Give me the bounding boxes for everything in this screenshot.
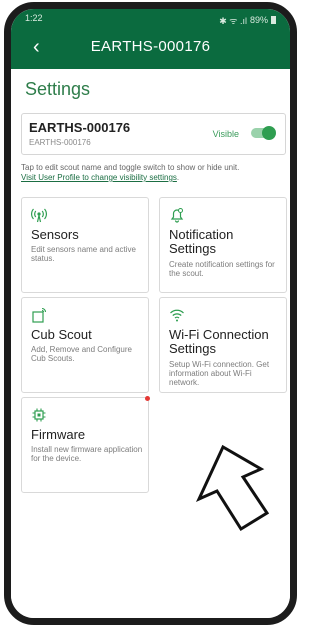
bell-icon xyxy=(170,208,184,223)
update-badge xyxy=(145,396,150,401)
unit-name[interactable]: EARTHS-000176 xyxy=(29,120,130,135)
title-bar: ‹ EARTHS-000176 xyxy=(11,35,290,61)
tile-title: Sensors xyxy=(31,227,79,242)
battery-percent: 89% xyxy=(249,15,268,25)
tile-description: Create notification settings for the sco… xyxy=(169,260,275,278)
firmware-tile[interactable]: Firmware Install new firmware applicatio… xyxy=(21,396,150,493)
tile-description: Setup Wi-Fi connection. Get information … xyxy=(169,360,270,387)
cub-scout-icon xyxy=(32,307,47,323)
unit-card[interactable]: EARTHS-000176 EARTHS-000176 Visible xyxy=(21,113,286,155)
settings-content: Settings EARTHS-000176 EARTHS-000176 Vis… xyxy=(11,69,290,618)
unit-subtitle: EARTHS-000176 xyxy=(29,138,91,147)
signal-icons: ✱ ᯤ .ıl xyxy=(219,15,247,26)
chip-icon xyxy=(32,408,46,422)
antenna-icon xyxy=(31,208,47,223)
tile-description: Install new firmware application for the… xyxy=(31,445,143,463)
wifi-icon xyxy=(170,309,184,322)
visibility-label: Visible xyxy=(212,129,239,139)
status-time: 1:22 xyxy=(25,13,43,23)
hint-text: Tap to edit scout name and toggle switch… xyxy=(21,163,240,182)
user-profile-link[interactable]: Visit User Profile to change visibility … xyxy=(21,173,177,182)
pointer-arrow-icon xyxy=(195,444,270,532)
tile-description: Add, Remove and Configure Cub Scouts. xyxy=(31,345,132,363)
status-icons: ✱ ᯤ .ıl 89% xyxy=(219,13,276,27)
tile-title: Notification Settings xyxy=(169,227,234,256)
tile-title: Firmware xyxy=(31,427,86,442)
tile-title: Wi-Fi Connection Settings xyxy=(169,327,269,356)
phone-frame: 1:22 ✱ ᯤ .ıl 89% ‹ EARTHS-000176 Setting… xyxy=(4,2,297,625)
app-header: 1:22 ✱ ᯤ .ıl 89% ‹ EARTHS-000176 xyxy=(11,9,290,69)
hint-instruction: Tap to edit scout name and toggle switch… xyxy=(21,163,240,172)
page-title: EARTHS-000176 xyxy=(90,38,211,55)
tile-description: Edit sensors name and active status. xyxy=(31,245,136,263)
visibility-toggle[interactable] xyxy=(251,126,276,140)
notification-settings-tile[interactable]: Notification Settings Create notificatio… xyxy=(159,197,287,293)
sensors-tile[interactable]: Sensors Edit sensors name and active sta… xyxy=(21,197,149,293)
battery-icon xyxy=(271,16,276,24)
cub-scout-tile[interactable]: Cub Scout Add, Remove and Configure Cub … xyxy=(21,297,149,393)
status-bar: 1:22 ✱ ᯤ .ıl 89% xyxy=(25,13,276,27)
wifi-connection-settings-tile[interactable]: Wi-Fi Connection Settings Setup Wi-Fi co… xyxy=(159,297,287,393)
tile-title: Cub Scout xyxy=(31,327,92,342)
toggle-knob xyxy=(262,126,276,140)
settings-heading: Settings xyxy=(25,79,91,99)
